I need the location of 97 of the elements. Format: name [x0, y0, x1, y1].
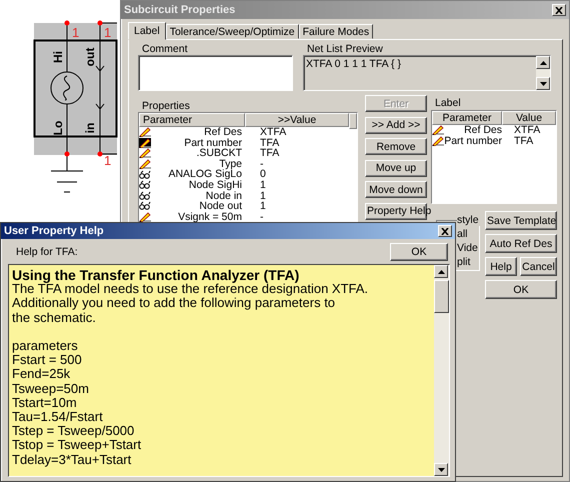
style-option[interactable]: plit [457, 255, 479, 269]
parameter-cell[interactable]: Part number [151, 138, 242, 148]
value-cell[interactable]: XTFA [514, 125, 540, 136]
window-title: User Property Help [4, 225, 104, 237]
column-header[interactable] [349, 113, 357, 129]
tab[interactable]: Tolerance/Sweep/Optimize [166, 24, 299, 39]
action-button[interactable]: Move down [365, 181, 427, 198]
cancel-button[interactable]: Cancel [520, 257, 557, 276]
value-cell[interactable]: TFA [260, 148, 280, 159]
help-label: Help for TFA: [16, 246, 78, 258]
glasses-icon [139, 180, 151, 190]
value-cell[interactable]: 1 [260, 180, 266, 191]
ok-button[interactable]: OK [390, 242, 448, 260]
pin-label: Hi [51, 51, 65, 63]
action-button[interactable]: Move up [365, 160, 427, 176]
net-list-field[interactable]: XTFA 0 1 1 1 TFA { } [303, 55, 551, 91]
parameter-cell[interactable]: Ref Des [444, 125, 502, 136]
pencil-icon [139, 148, 151, 158]
node-number: 1 [72, 25, 80, 40]
help-line: Tdelay=3*Tau+Tstart [12, 452, 132, 467]
parameter-cell[interactable]: Node SigHi [151, 180, 242, 191]
value-cell[interactable]: TFA [514, 136, 534, 146]
parameter-cell[interactable]: Ref Des [151, 127, 242, 138]
column-header[interactable]: Value [502, 111, 556, 125]
auto-ref-des-button[interactable]: Auto Ref Des [485, 234, 557, 253]
style-option[interactable]: all [457, 227, 479, 241]
help-line: The TFA model needs to use the reference designation XTFA. [12, 282, 370, 296]
help-line: Tstart=10m [12, 396, 77, 410]
value-cell[interactable]: TFA [260, 138, 280, 148]
field-label: Comment [142, 43, 189, 55]
close-icon [441, 228, 449, 234]
parameter-cell[interactable]: Type [151, 158, 242, 170]
node-number: 1 [104, 25, 112, 40]
pin-label: out [83, 48, 97, 66]
pencil-icon [432, 136, 444, 146]
help-line: the schematic. [12, 310, 96, 325]
down-arrow-icon [540, 82, 546, 86]
ground-icon [50, 170, 84, 192]
group-label: style [457, 214, 480, 226]
help-line: Tsweep=50m [12, 382, 90, 396]
parameter-cell[interactable]: Vsignk = 50m [151, 212, 242, 222]
list-label: Properties [142, 100, 191, 112]
pin-label: Lo [51, 120, 65, 136]
field-label: Net List Preview [307, 43, 384, 55]
value-cell[interactable]: - [260, 158, 264, 170]
node-number: 1 [104, 153, 112, 168]
up-arrow-icon [540, 60, 546, 64]
scroll-down-button[interactable] [536, 77, 550, 90]
value-cell[interactable]: 1 [260, 201, 266, 212]
value-cell[interactable]: XTFA [260, 127, 286, 138]
save-template-button[interactable]: Save Template [485, 211, 557, 230]
parameter-cell[interactable]: Part number [444, 136, 502, 146]
parameter-cell[interactable]: ANALOG SigLo [151, 169, 242, 180]
help-line: Tstop = Tsweep+Tstart [12, 438, 142, 453]
tab[interactable]: Label [128, 22, 166, 40]
action-button[interactable]: Remove [365, 138, 427, 155]
scroll-up-button[interactable] [434, 265, 448, 278]
value-cell[interactable]: - [260, 212, 264, 222]
help-line: Tau=1.54/Fstart [12, 410, 104, 424]
pin-label: in [83, 122, 97, 134]
pencil-icon [432, 125, 444, 136]
comment-field[interactable] [138, 55, 293, 91]
glasses-icon [139, 201, 151, 212]
column-header[interactable]: Parameter [432, 111, 502, 125]
help-line: Tstep = Tsweep/5000 [12, 424, 136, 438]
value-cell[interactable]: 0 [260, 169, 266, 180]
help-line: Fstart = 500 [12, 353, 83, 368]
up-arrow-icon [438, 270, 444, 274]
parameter-cell[interactable]: .SUBCKT [151, 148, 242, 159]
action-button[interactable]: >> Add >> [365, 116, 427, 134]
help-button[interactable]: Help [485, 257, 517, 276]
help-line: Additionally you need to add the following parameters to [12, 296, 336, 311]
pencil-icon [139, 159, 151, 170]
close-button[interactable] [552, 4, 566, 16]
column-header[interactable]: Parameter [139, 113, 245, 127]
window-title: Subcircuit Properties [124, 4, 236, 16]
scroll-down-button[interactable] [434, 463, 448, 476]
scrollbar-thumb[interactable] [434, 280, 449, 313]
scrollbar[interactable] [434, 265, 449, 476]
help-line: Fend=25k [12, 367, 72, 382]
close-button[interactable] [438, 225, 452, 237]
tab[interactable]: Failure Modes [298, 24, 374, 39]
value-cell[interactable]: 1 [260, 190, 266, 202]
parameter-cell[interactable]: Node in [151, 190, 242, 202]
down-arrow-icon [438, 468, 444, 472]
style-option[interactable]: Vide [457, 241, 479, 255]
help-line: parameters [12, 339, 79, 354]
scroll-up-button[interactable] [536, 56, 550, 69]
list-label: Label [435, 97, 462, 109]
glasses-icon [139, 190, 151, 201]
help-heading: Using the Transfer Function Analyzer (TFA) [12, 268, 300, 282]
ok-button[interactable]: OK [485, 280, 557, 299]
column-header[interactable]: >>Value [245, 113, 349, 127]
close-icon [555, 6, 563, 14]
pencil-icon [139, 127, 151, 138]
glasses-icon [139, 170, 151, 180]
parameter-cell[interactable]: Node out [151, 201, 242, 212]
